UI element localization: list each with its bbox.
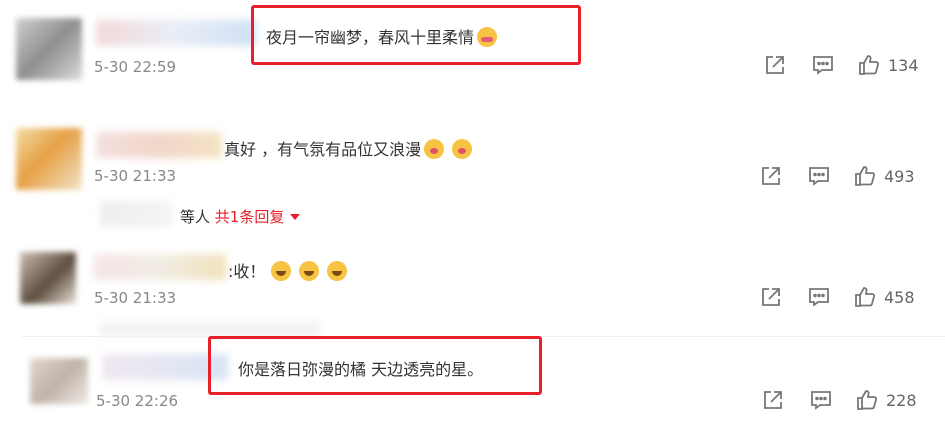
timestamp: 5-30 21:33 [94,289,177,307]
share-icon[interactable] [762,52,788,78]
avatar[interactable] [16,128,82,190]
comment-text: :收！ [228,258,348,282]
reply-header-blurred [100,322,320,336]
view-replies-link-label: 共1条回复 [214,208,285,226]
avatar[interactable] [30,358,88,404]
share-icon[interactable] [758,284,784,310]
comment-icon[interactable] [806,284,832,310]
comment-text-content: :收！ [228,262,266,281]
reply-avatars-blurred[interactable] [100,201,172,227]
username-blurred[interactable] [94,254,226,280]
avatar[interactable] [20,252,76,304]
share-icon[interactable] [760,387,786,413]
cry-icon [477,27,498,47]
reply-summary-text: 等人 共1条回复 [180,206,301,227]
comment-text-content: 你是落日弥漫的橘 天边透亮的星。 [238,360,484,379]
share-icon[interactable] [758,163,784,189]
comment-icon[interactable] [808,387,834,413]
grin-icon [271,261,292,281]
kiss-icon [452,139,473,159]
comment-text: 你是落日弥漫的橘 天边透亮的星。 [238,356,483,380]
comment-text: 真好 ，有气氛有品位又浪漫 [224,136,473,160]
comment-text-content: 夜月一帘幽梦，春风十里柔情 [266,28,475,47]
grin-icon [299,261,320,281]
grin-icon [327,261,348,281]
comment-text-content: 真好 ，有气氛有品位又浪漫 [224,140,422,159]
like-count: 493 [884,167,915,186]
like-icon[interactable] [854,387,880,413]
like-count: 458 [884,288,915,307]
like-count: 134 [888,56,919,75]
like-count: 228 [886,391,917,410]
timestamp: 5-30 22:59 [94,58,177,76]
reply-prefix: 等人 [180,208,211,226]
timestamp: 5-30 22:26 [96,392,179,410]
comment-icon[interactable] [810,52,836,78]
view-replies-link[interactable]: 共1条回复 [215,208,301,226]
like-icon[interactable] [856,52,882,78]
username-blurred[interactable] [96,132,222,158]
chevron-down-icon [290,214,301,220]
comment-text: 夜月一帘幽梦，春风十里柔情 [266,24,498,48]
kiss-icon [424,139,445,159]
like-icon[interactable] [852,284,878,310]
timestamp: 5-30 21:33 [94,167,177,185]
like-icon[interactable] [852,163,878,189]
comment-icon[interactable] [806,163,832,189]
avatar[interactable] [16,18,82,80]
username-blurred[interactable] [96,20,256,46]
